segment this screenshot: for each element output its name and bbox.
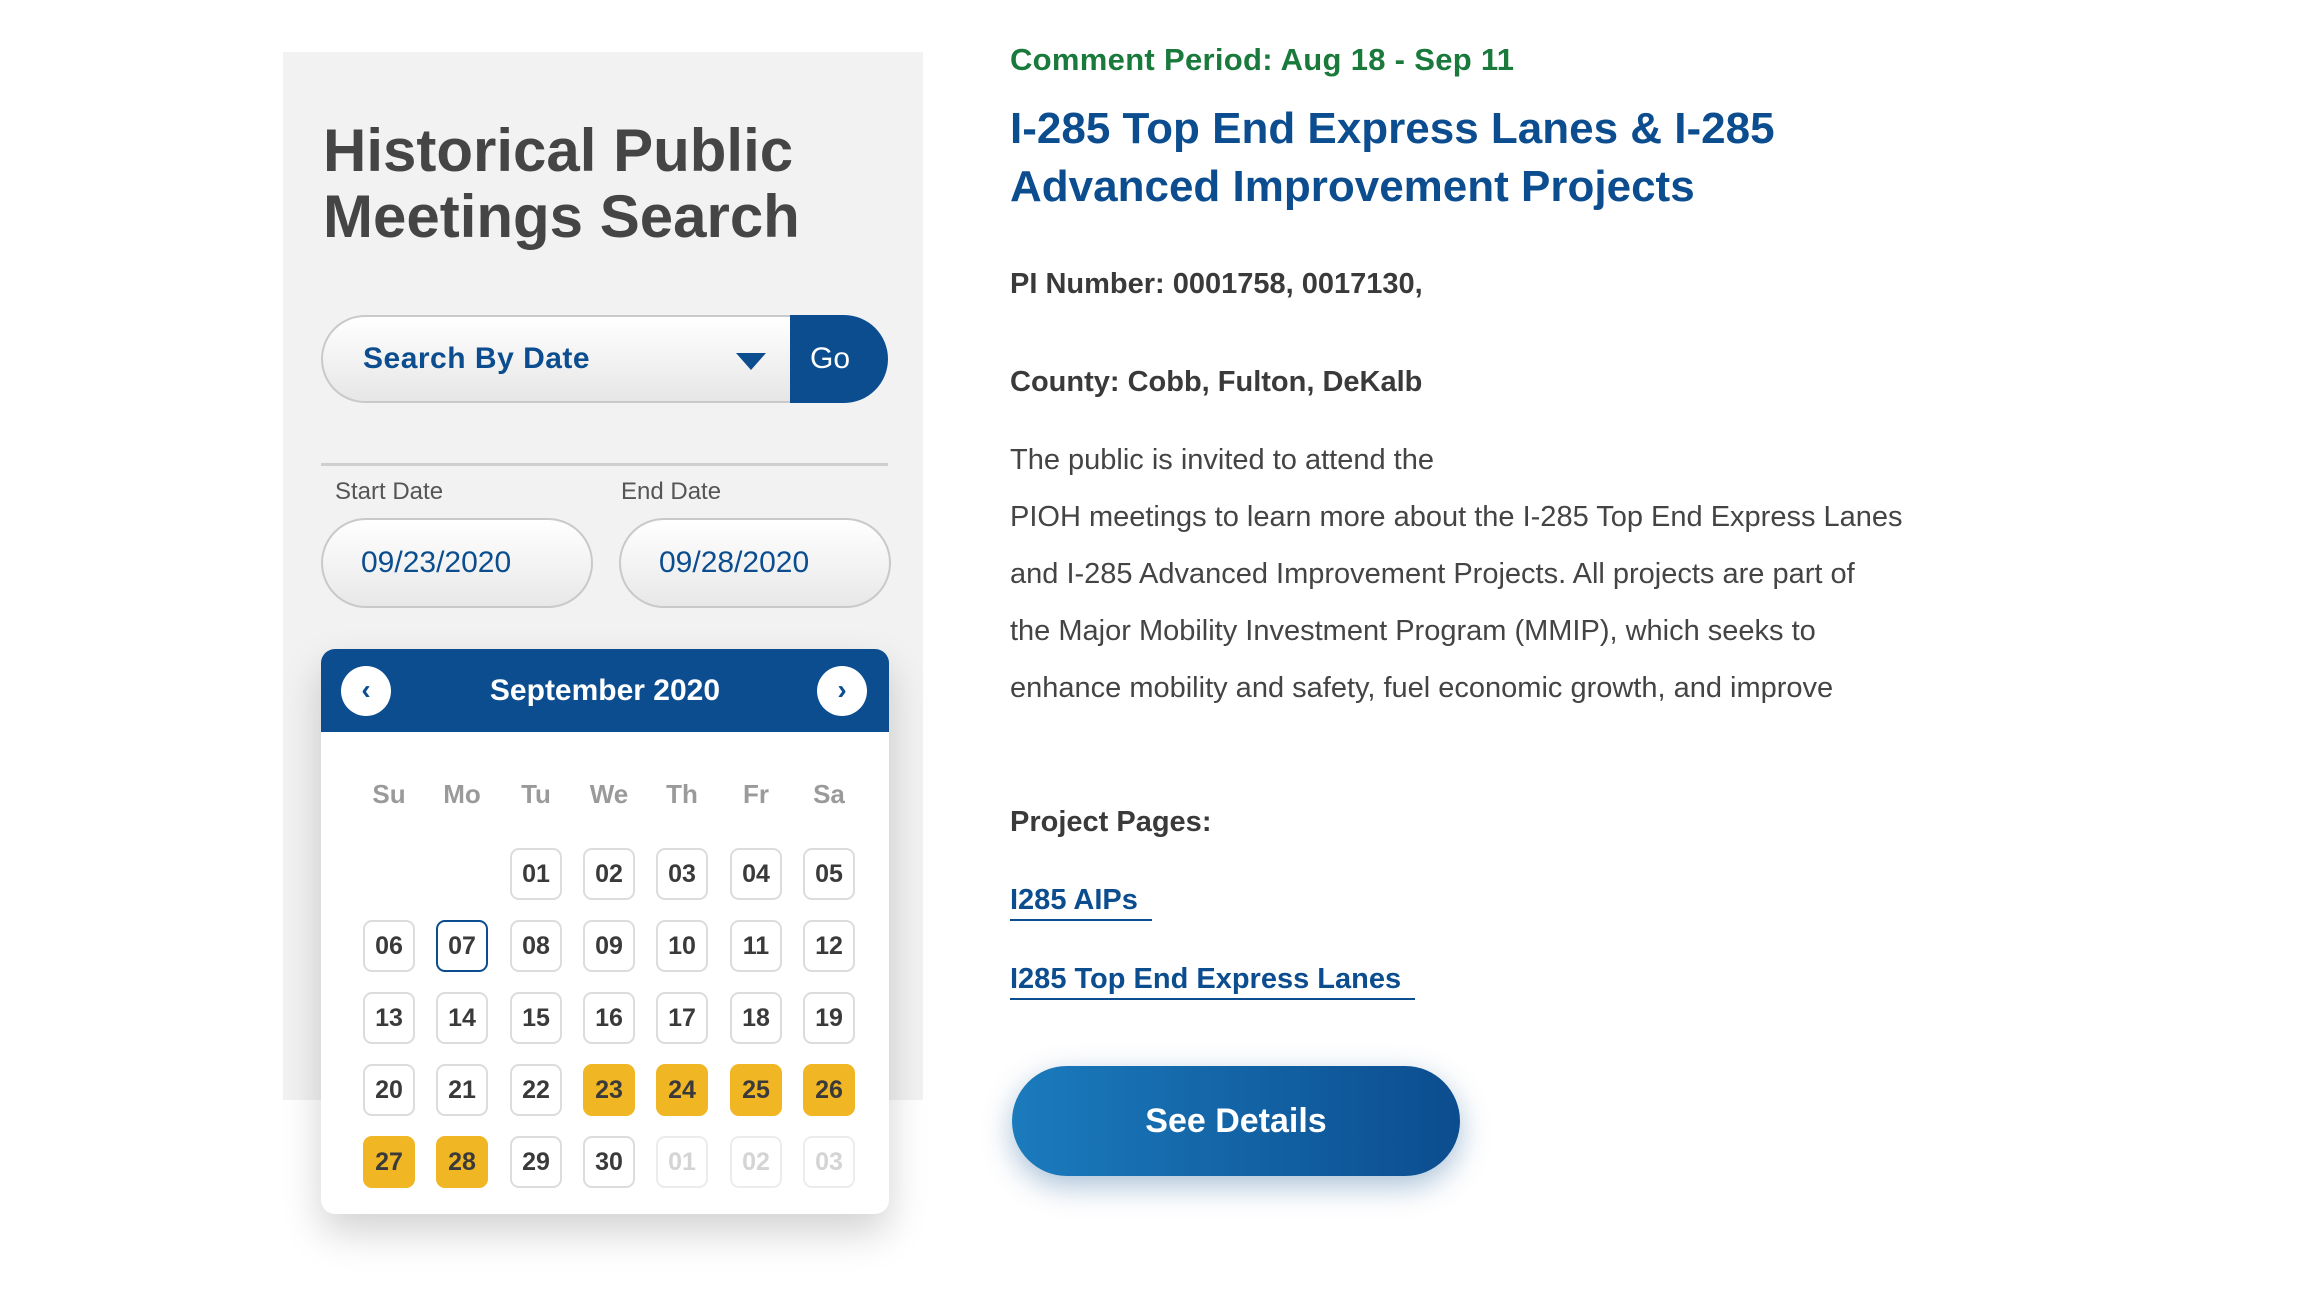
- calendar-day[interactable]: 17: [656, 992, 708, 1044]
- calendar-day[interactable]: 06: [363, 920, 415, 972]
- calendar-day[interactable]: 27: [363, 1136, 415, 1188]
- calendar-day[interactable]: 28: [436, 1136, 488, 1188]
- description-line: and I-285 Advanced Improvement Projects.…: [1010, 558, 1855, 590]
- calendar-day[interactable]: 16: [583, 992, 635, 1044]
- description: The public is invited to attend the PIOH…: [1010, 432, 1970, 717]
- calendar-day[interactable]: 13: [363, 992, 415, 1044]
- weekday-label: Mo: [443, 779, 481, 809]
- county: County: Cobb, Fulton, DeKalb: [1010, 366, 1423, 398]
- start-date-label: Start Date: [335, 478, 444, 505]
- calendar-day[interactable]: 29: [510, 1136, 562, 1188]
- calendar-day[interactable]: 01: [510, 848, 562, 900]
- weekday-label: Su: [372, 779, 406, 809]
- go-button[interactable]: Go: [790, 315, 888, 403]
- calendar-day[interactable]: 23: [583, 1064, 635, 1116]
- calendar-day[interactable]: 25: [730, 1064, 782, 1116]
- weekday-label: Sa: [813, 779, 845, 809]
- calendar-day[interactable]: 14: [436, 992, 488, 1044]
- calendar-day[interactable]: 18: [730, 992, 782, 1044]
- calendar-day[interactable]: 05: [803, 848, 855, 900]
- calendar-day[interactable]: 02: [583, 848, 635, 900]
- description-line: the Major Mobility Investment Program (M…: [1010, 615, 1816, 647]
- calendar-day[interactable]: 03: [656, 848, 708, 900]
- pi-number: PI Number: 0001758, 0017130,: [1010, 268, 1423, 300]
- calendar-day[interactable]: 11: [730, 920, 782, 972]
- calendar-day[interactable]: 24: [656, 1064, 708, 1116]
- description-line: enhance mobility and safety, fuel econom…: [1010, 672, 1834, 704]
- end-date-input[interactable]: 09/28/2020: [619, 518, 891, 608]
- calendar-day[interactable]: 08: [510, 920, 562, 972]
- calendar-day[interactable]: 15: [510, 992, 562, 1044]
- search-select-value: Search By Date: [363, 342, 591, 375]
- weekday-label: We: [589, 779, 629, 809]
- calendar-day[interactable]: 30: [583, 1136, 635, 1188]
- project-pages-label: Project Pages:: [1010, 806, 1212, 838]
- comment-period: Comment Period: Aug 18 - Sep 11: [1010, 42, 1515, 77]
- link-i285-aips[interactable]: I285 AIPs: [1010, 884, 1152, 921]
- panel-title: Historical Public Meetings Search: [323, 117, 800, 250]
- weekday-label: Fr: [743, 779, 769, 809]
- calendar-month-label: September 2020: [489, 674, 721, 707]
- see-details-button[interactable]: See Details: [1012, 1066, 1460, 1176]
- project-title: I-285 Top End Express Lanes & I-285 Adva…: [1010, 104, 1775, 211]
- calendar-day[interactable]: 20: [363, 1064, 415, 1116]
- calendar-header: ‹ September 2020 ›: [321, 649, 889, 732]
- calendar-day[interactable]: 26: [803, 1064, 855, 1116]
- calendar-day[interactable]: 19: [803, 992, 855, 1044]
- calendar-day[interactable]: 22: [510, 1064, 562, 1116]
- calendar-day[interactable]: 12: [803, 920, 855, 972]
- description-line: PIOH meetings to learn more about the I-…: [1010, 501, 1903, 533]
- description-line: The public is invited to attend the: [1010, 444, 1434, 476]
- start-date-input[interactable]: 09/23/2020: [321, 518, 593, 608]
- calendar-day[interactable]: 09: [583, 920, 635, 972]
- end-date-label: End Date: [621, 478, 722, 505]
- divider: [321, 463, 888, 466]
- link-i285-top-end-express-lanes[interactable]: I285 Top End Express Lanes: [1010, 963, 1416, 1000]
- chevron-right-icon[interactable]: ›: [817, 666, 867, 716]
- search-type-select[interactable]: Search By Date: [321, 315, 791, 403]
- calendar-day[interactable]: 04: [730, 848, 782, 900]
- calendar-day: 02: [730, 1136, 782, 1188]
- calendar-day: 01: [656, 1136, 708, 1188]
- calendar-day: 03: [803, 1136, 855, 1188]
- calendar-day[interactable]: 21: [436, 1064, 488, 1116]
- calendar-day[interactable]: 10: [656, 920, 708, 972]
- calendar-day[interactable]: 07: [436, 920, 488, 972]
- dropdown-caret-icon: [736, 353, 766, 370]
- date-picker-calendar: ‹ September 2020 › Su Mo Tu We Th Fr Sa 01 02 03 0…: [321, 649, 889, 1214]
- weekday-label: Th: [666, 779, 698, 809]
- weekday-label: Tu: [521, 779, 551, 809]
